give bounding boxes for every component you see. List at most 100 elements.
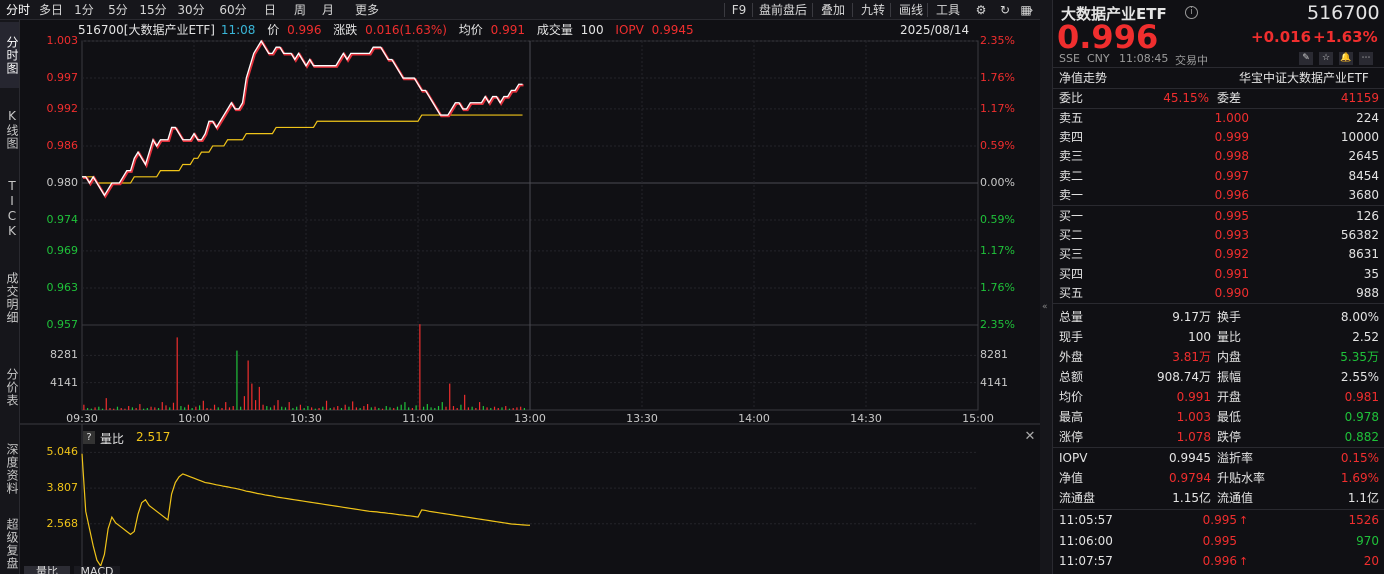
ask-row: 卖二 0.997 8454	[1059, 167, 1379, 186]
y-tick-right-8: 2.35%	[980, 318, 1015, 331]
stat-value: 1.078	[1176, 430, 1211, 444]
indicator-tab-0[interactable]: 量比	[24, 566, 70, 574]
weibi-label: 委比	[1059, 91, 1084, 105]
bid-volume: 988	[1356, 285, 1379, 300]
indicator-tab-1[interactable]: MACD	[74, 566, 120, 574]
left-tab-0[interactable]: 分时图	[0, 22, 19, 88]
trade-status: 交易中	[1175, 54, 1208, 67]
period-tab-9[interactable]: 月	[316, 2, 340, 18]
stat-row: 均价 0.991 开盘 0.981	[1059, 388, 1379, 407]
tick-arrow-icon: ↑	[1239, 555, 1249, 568]
period-tab-6[interactable]: 60分	[215, 2, 251, 18]
stat-value: 1.1亿	[1347, 491, 1379, 505]
stat-value: 0.978	[1344, 410, 1379, 424]
tick-price: 0.995	[1202, 533, 1237, 548]
y-tick-left-1: 0.997	[46, 71, 79, 85]
left-tab-4[interactable]: 分价表	[0, 348, 19, 426]
ask-label: 卖三	[1059, 149, 1084, 164]
stat-value: 0.981	[1344, 390, 1379, 404]
tick-price: 0.996	[1202, 554, 1237, 568]
left-tab-5[interactable]: 深度资料	[0, 434, 19, 504]
bid-label: 买一	[1059, 209, 1084, 223]
x-tick-7: 14:30	[850, 412, 882, 425]
left-view-tabs: 分时图 K线图 TICK 成交明细分价表深度资料超级复盘	[0, 20, 20, 574]
y-tick-left-0: 1.003	[46, 34, 79, 47]
tick-row: 11:07:57 0.996 ↑ 20	[1059, 552, 1379, 571]
bid-label: 买五	[1059, 285, 1084, 300]
ratio-help-icon[interactable]: ?	[83, 431, 95, 444]
nav-trend-link[interactable]: 净值走势	[1059, 69, 1107, 86]
ask-volume: 8454	[1348, 168, 1379, 183]
refresh-icon[interactable]: ↻	[996, 2, 1014, 18]
price-change-pct: +1.63%	[1313, 28, 1378, 46]
more-icon[interactable]: ⋯	[1359, 52, 1373, 65]
star-icon[interactable]: ☆	[1319, 52, 1333, 65]
collapse-arrow-icon[interactable]: «	[1042, 302, 1050, 312]
left-tab-3[interactable]: 成交明细	[0, 256, 19, 340]
toolbar-item-4[interactable]: 画线	[893, 2, 929, 18]
x-tick-0: 09:30	[66, 412, 98, 425]
bid-row: 买二 0.993 56382	[1059, 226, 1379, 245]
toolbar-item-1[interactable]: 盘前盘后	[754, 2, 812, 18]
weibi-value: 45.15%	[1163, 91, 1209, 105]
stat-label: 均价	[1059, 390, 1084, 404]
left-tab-1[interactable]: K线图	[0, 96, 19, 162]
chevron-right-icon[interactable]: ›	[1024, 2, 1038, 18]
info-icon[interactable]: i	[1185, 6, 1198, 19]
etf-stat-row: 流通盘 1.15亿 流通值 1.1亿	[1059, 489, 1379, 508]
y-tick-right-4: 0.00%	[980, 176, 1015, 189]
period-tab-1[interactable]: 多日	[36, 2, 66, 18]
close-icon[interactable]: ✕	[1023, 430, 1037, 444]
vol-tick-right-1: 4141	[980, 375, 1008, 389]
ask-label: 卖五	[1059, 111, 1084, 125]
panel-splitter[interactable]	[1040, 0, 1052, 574]
toolbar-item-0[interactable]: F9	[728, 2, 750, 18]
gear-icon[interactable]: ⚙	[972, 2, 990, 18]
bid-row: 买四 0.991 35	[1059, 265, 1379, 284]
period-tab-0[interactable]: 分时	[4, 2, 32, 18]
ask-label: 卖二	[1059, 168, 1084, 183]
left-tab-6[interactable]: 超级复盘	[0, 512, 19, 574]
period-tab-2[interactable]: 1分	[70, 2, 98, 18]
toolbar-item-2[interactable]: 叠加	[815, 2, 851, 18]
ask-row: 卖五 1.000 224	[1059, 109, 1379, 128]
toolbar-item-5[interactable]: 工具	[930, 2, 966, 18]
stat-value: 908.74万	[1157, 370, 1211, 384]
left-tab-2[interactable]: TICK	[0, 169, 19, 249]
stat-label: 流通盘	[1059, 491, 1096, 505]
period-tab-5[interactable]: 30分	[173, 2, 209, 18]
stat-value: 9.17万	[1172, 310, 1211, 324]
edit-icon[interactable]: ✎	[1299, 52, 1313, 65]
toolbar-item-3[interactable]: 九转	[855, 2, 891, 18]
y-tick-left-5: 0.974	[46, 213, 79, 227]
bid-label: 买三	[1059, 247, 1084, 262]
y-tick-left-4: 0.980	[46, 176, 79, 189]
intraday-chart[interactable]: 516700[大数据产业ETF] 11:08 价 0.996 涨跌 0.016(…	[20, 20, 1040, 574]
vol-tick-left-0: 8281	[50, 348, 78, 362]
y-tick-left-8: 0.957	[46, 318, 79, 331]
volume-ratio-line	[81, 453, 531, 568]
bid-price: 0.992	[1214, 247, 1249, 262]
ask-volume: 3680	[1348, 187, 1379, 202]
etf-stat-row: IOPV 0.9945 溢折率 0.15%	[1059, 449, 1379, 468]
stat-value: 5.35万	[1340, 350, 1379, 364]
price-change: +0.016	[1251, 28, 1312, 46]
period-tab-7[interactable]: 日	[259, 2, 281, 18]
period-tab-3[interactable]: 5分	[104, 2, 132, 18]
price-line	[82, 39, 523, 197]
period-toolbar: 分时 多日 1分 5分 15分 30分 60分日周月更多 F9 盘前盘后 叠加 九转 画线 工具 ⚙ ↻ ▦ ›	[0, 0, 1040, 20]
x-tick-1: 10:00	[178, 412, 210, 425]
bid-volume: 8631	[1348, 247, 1379, 262]
ask-volume: 2645	[1348, 149, 1379, 164]
tick-time: 11:07:57	[1059, 554, 1113, 568]
bid-label: 买二	[1059, 228, 1084, 243]
period-tab-8[interactable]: 周	[289, 2, 311, 18]
bell-icon[interactable]: 🔔	[1339, 52, 1353, 65]
price-chart-svg[interactable]	[20, 20, 1040, 574]
period-tab-4[interactable]: 15分	[137, 2, 169, 18]
period-tab-10[interactable]: 更多	[348, 2, 386, 18]
quote-time: 11:08:45	[1119, 52, 1169, 65]
bid-row: 买三 0.992 8631	[1059, 245, 1379, 264]
stat-value: 0.9794	[1169, 471, 1211, 485]
bid-row: 买一 0.995 126	[1059, 207, 1379, 226]
